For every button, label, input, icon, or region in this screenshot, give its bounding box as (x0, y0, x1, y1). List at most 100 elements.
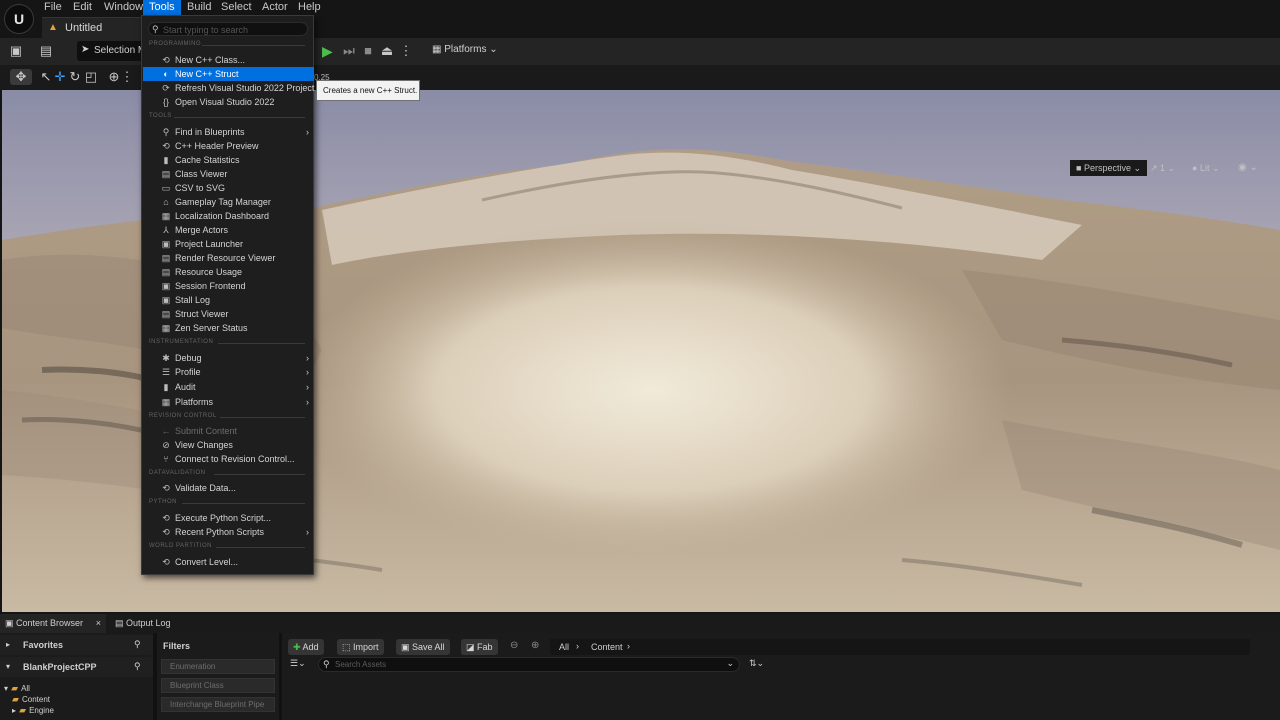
chevron-right-icon: › (306, 527, 309, 537)
selection-mode-button[interactable]: ➤ Selection Mo (77, 41, 152, 61)
menu-actor[interactable]: Actor (262, 0, 288, 15)
menu-item-refresh-vs[interactable]: ⟳ Refresh Visual Studio 2022 Project (143, 81, 314, 95)
menu-item-execute-python[interactable]: ⟲ Execute Python Script... (143, 511, 314, 525)
unreal-logo-icon[interactable]: U (4, 4, 34, 34)
scale-icon[interactable]: ◰ (83, 69, 99, 85)
menu-help[interactable]: Help (298, 0, 321, 15)
menu-build[interactable]: Build (187, 0, 211, 15)
menu-item-cache-statistics[interactable]: ▮ Cache Statistics (143, 153, 314, 167)
chevron-right-icon: › (576, 641, 579, 651)
menu-search-box[interactable]: ⚲ (148, 22, 308, 36)
menu-select[interactable]: Select (221, 0, 252, 15)
tree-item-all[interactable]: ▾ ▰ All (4, 682, 30, 693)
favorites-header[interactable]: ▸ Favorites ⚲ (0, 635, 153, 655)
menu-item-session-frontend[interactable]: ▣ Session Frontend (143, 279, 314, 293)
plus-icon: ✚ (293, 642, 303, 652)
sort-icon[interactable]: ⇅⌄ (749, 658, 764, 669)
menu-item-view-changes[interactable]: ⊘ View Changes (143, 438, 314, 452)
search-icon[interactable]: ⚲ (134, 639, 141, 650)
stop-icon[interactable]: ■ (360, 43, 376, 59)
menu-item-find-in-blueprints[interactable]: ⚲ Find in Blueprints › (143, 125, 314, 139)
step-icon[interactable]: ⏭ (341, 43, 357, 59)
project-tab[interactable]: ▲ Untitled (42, 17, 142, 38)
platforms-icon: ▦ (161, 397, 171, 407)
menu-item-new-cpp-class[interactable]: ⟲ New C++ Class... (143, 53, 314, 67)
camera-speed-dropdown[interactable]: ↗ 1 ⌄ (1150, 160, 1175, 176)
search-icon[interactable]: ⚲ (134, 661, 141, 672)
menu-item-recent-python[interactable]: ⟲ Recent Python Scripts › (143, 525, 314, 539)
class-viewer-icon: ▤ (161, 169, 171, 179)
menu-item-platforms[interactable]: ▦ Platforms › (143, 395, 314, 409)
menu-item-audit[interactable]: ▮ Audit › (143, 380, 314, 394)
menu-tools[interactable]: Tools (143, 0, 181, 15)
tools-menu: ⚲ PROGRAMMING ⟲ New C++ Class... ◐ New C… (141, 15, 314, 575)
translate-icon[interactable]: ✛ (52, 69, 68, 85)
menu-item-connect-revision-control[interactable]: ⑂ Connect to Revision Control... (143, 452, 314, 466)
python-icon: ⟲ (162, 513, 170, 523)
rotate-icon[interactable]: ↻ (67, 69, 83, 85)
section-divider (174, 117, 305, 118)
menu-search-input[interactable] (163, 23, 303, 36)
tab-content-browser[interactable]: ▣ Content Browser × (0, 614, 106, 633)
more-icon[interactable]: ⋮ (398, 43, 414, 59)
menu-item-label: Class Viewer (175, 169, 228, 179)
menu-item-label: Render Resource Viewer (175, 253, 276, 263)
menu-item-zen-server-status[interactable]: ▦ Zen Server Status (143, 321, 314, 335)
lit-dropdown[interactable]: ● Lit ⌄ (1192, 160, 1220, 176)
tree-item-content[interactable]: ▰ Content (12, 693, 50, 704)
menu-item-localization-dashboard[interactable]: ▦ Localization Dashboard (143, 209, 314, 223)
transform-mode-icon[interactable]: ✥ (10, 69, 32, 85)
filter-blueprint-class[interactable]: Blueprint Class (161, 678, 275, 693)
tree-item-engine[interactable]: ▸ ▰ Engine (12, 704, 54, 715)
menu-file[interactable]: File (44, 0, 62, 15)
menu-edit[interactable]: Edit (73, 0, 92, 15)
menu-item-convert-level[interactable]: ⟲ Convert Level... (143, 555, 314, 569)
menu-item-class-viewer[interactable]: ▤ Class Viewer (143, 167, 314, 181)
search-assets-box[interactable]: ⚲ ⌄ (318, 657, 740, 672)
show-flags-dropdown[interactable]: ◉ ⌄ (1238, 160, 1258, 176)
close-icon[interactable]: × (96, 614, 101, 633)
menu-item-open-vs[interactable]: {} Open Visual Studio 2022 (143, 95, 314, 109)
menu-item-struct-viewer[interactable]: ▤ Struct Viewer (143, 307, 314, 321)
menu-item-resource-usage[interactable]: ▤ Resource Usage (143, 265, 314, 279)
menu-item-cpp-header-preview[interactable]: ⟲ C++ Header Preview (143, 139, 314, 153)
search-assets-input[interactable] (335, 658, 715, 671)
forward-icon[interactable]: ⊕ (531, 640, 539, 651)
menu-item-label: Validate Data... (175, 483, 236, 493)
save-icon[interactable]: ▣ (8, 43, 24, 59)
menu-window[interactable]: Window (104, 0, 143, 15)
eject-icon[interactable]: ⏏ (379, 43, 395, 59)
back-icon[interactable]: ⊖ (510, 640, 518, 651)
filter-enumeration[interactable]: Enumeration (161, 659, 275, 674)
menu-item-project-launcher[interactable]: ▣ Project Launcher (143, 237, 314, 251)
search-icon: ⚲ (323, 659, 330, 669)
perspective-dropdown[interactable]: ■ Perspective ⌄ (1070, 160, 1148, 176)
platforms-button[interactable]: ▦ Platforms ⌄ (432, 44, 498, 55)
menu-item-validate-data[interactable]: ⟲ Validate Data... (143, 481, 314, 495)
chevron-down-icon[interactable]: ⌄ (726, 658, 734, 669)
menu-item-new-cpp-struct[interactable]: ◐ New C++ Struct (143, 67, 314, 81)
menu-item-submit-content[interactable]: ← Submit Content (143, 424, 314, 438)
fab-button[interactable]: ◪ Fab (461, 639, 498, 655)
menu-item-render-resource-viewer[interactable]: ▤ Render Resource Viewer (143, 251, 314, 265)
project-header[interactable]: ▾ BlankProjectCPP ⚲ (0, 657, 153, 677)
menu-item-gameplay-tag-manager[interactable]: ⌂ Gameplay Tag Manager (143, 195, 314, 209)
menu-item-merge-actors[interactable]: ⅄ Merge Actors (143, 223, 314, 237)
content-icon[interactable]: ▤ (38, 43, 54, 59)
play-icon[interactable]: ▶ (322, 43, 333, 60)
filter-icon[interactable]: ☰⌄ (290, 658, 306, 669)
menu-item-profile[interactable]: ☰ Profile › (143, 365, 314, 379)
save-all-button[interactable]: ▣ Save All (396, 639, 450, 655)
add-button[interactable]: ✚ Add (288, 639, 324, 655)
tab-output-log[interactable]: ▤ Output Log (110, 614, 176, 633)
menu-item-csv-to-svg[interactable]: ▭ CSV to SVG (143, 181, 314, 195)
import-button[interactable]: ⬚ Import (337, 639, 384, 655)
menu-item-stall-log[interactable]: ▣ Stall Log (143, 293, 314, 307)
filter-interchange-blueprint-pipe[interactable]: Interchange Blueprint Pipe (161, 697, 275, 712)
path-segment-content[interactable]: Content (591, 642, 623, 652)
menu-item-label: View Changes (175, 440, 233, 450)
path-segment-all[interactable]: All (559, 642, 569, 652)
menu-item-debug[interactable]: ✱ Debug › (143, 351, 314, 365)
filters-title: Filters (163, 641, 191, 651)
viewport-more-icon[interactable]: ⋮ (119, 69, 135, 85)
